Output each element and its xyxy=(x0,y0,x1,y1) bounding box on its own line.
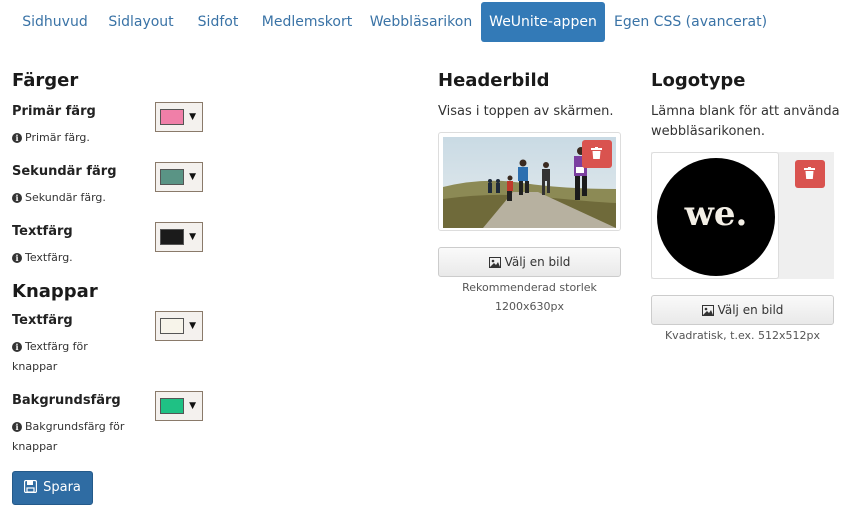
delete-header-image-button[interactable] xyxy=(582,140,612,168)
button-text-color-picker[interactable]: ▼ xyxy=(155,311,203,341)
image-icon xyxy=(701,305,714,316)
header-image-title: Headerbild xyxy=(438,70,550,91)
dropdown-arrow-icon: ▼ xyxy=(189,401,196,411)
tab-sidhuvud[interactable]: Sidhuvud xyxy=(14,2,96,42)
secondary-color-label: Sekundär färg xyxy=(12,164,117,179)
info-icon: i xyxy=(12,253,22,263)
logo-text: we. xyxy=(684,194,748,234)
header-image-size-hint: Rekommenderad storlek 1200x630px xyxy=(462,281,597,313)
text-color-swatch xyxy=(160,229,184,245)
info-icon: i xyxy=(12,193,22,203)
dropdown-arrow-icon: ▼ xyxy=(189,112,196,122)
primary-color-label: Primär färg xyxy=(12,104,96,119)
button-bg-color-swatch xyxy=(160,398,184,414)
choose-logo-button[interactable]: Välj en bild xyxy=(651,295,834,325)
info-icon: i xyxy=(12,342,22,352)
logo-title: Logotype xyxy=(651,70,746,91)
text-color-label: Textfärg xyxy=(12,224,73,239)
logo-circle: we. xyxy=(657,158,775,276)
trash-icon xyxy=(591,147,602,159)
secondary-color-picker[interactable]: ▼ xyxy=(155,162,203,192)
info-icon: i xyxy=(12,133,22,143)
save-icon xyxy=(23,479,38,494)
logo-size-hint: Kvadratisk, t.ex. 512x512px xyxy=(664,329,821,342)
button-text-color-swatch xyxy=(160,318,184,334)
tab-egen-css[interactable]: Egen CSS (avancerat) xyxy=(614,2,767,42)
dropdown-arrow-icon: ▼ xyxy=(189,172,196,182)
text-color-picker[interactable]: ▼ xyxy=(155,222,203,252)
tab-weunite-appen[interactable]: WeUnite-appen xyxy=(481,2,605,42)
trash-icon xyxy=(804,167,815,179)
tab-bar: Sidhuvud Sidlayout Sidfot Medlemskort We… xyxy=(0,0,846,44)
text-color-help: i Textfärg. xyxy=(12,248,73,268)
image-icon xyxy=(488,257,501,268)
colors-section-title: Färger xyxy=(12,70,79,91)
button-bg-color-picker[interactable]: ▼ xyxy=(155,391,203,421)
secondary-color-help: i Sekundär färg. xyxy=(12,188,106,208)
tab-sidfot[interactable]: Sidfot xyxy=(188,2,248,42)
secondary-color-swatch xyxy=(160,169,184,185)
logo-preview: we. xyxy=(651,152,779,279)
buttons-section-title: Knappar xyxy=(12,281,98,302)
delete-logo-button[interactable] xyxy=(795,160,825,188)
tab-webblasarikon[interactable]: Webbläsarikon xyxy=(368,2,474,42)
button-text-color-help: i Textfärg för knappar xyxy=(12,340,88,373)
primary-color-picker[interactable]: ▼ xyxy=(155,102,203,132)
primary-color-swatch xyxy=(160,109,184,125)
header-image-description: Visas i toppen av skärmen. xyxy=(438,104,614,119)
button-bg-color-help: i Bakgrundsfärg för knappar xyxy=(12,420,125,453)
logo-preview-area: we. xyxy=(651,152,834,279)
dropdown-arrow-icon: ▼ xyxy=(189,232,196,242)
save-button[interactable]: Spara xyxy=(12,471,93,505)
tab-medlemskort[interactable]: Medlemskort xyxy=(256,2,358,42)
button-bg-color-label: Bakgrundsfärg xyxy=(12,393,121,408)
dropdown-arrow-icon: ▼ xyxy=(189,321,196,331)
button-text-color-label: Textfärg xyxy=(12,313,73,328)
info-icon: i xyxy=(12,422,22,432)
tab-sidlayout[interactable]: Sidlayout xyxy=(100,2,182,42)
logo-description: Lämna blank för att använda webbläsarikon… xyxy=(651,104,840,139)
primary-color-help: i Primär färg. xyxy=(12,128,90,148)
choose-header-image-button[interactable]: Välj en bild xyxy=(438,247,621,277)
header-image-preview xyxy=(438,132,621,231)
